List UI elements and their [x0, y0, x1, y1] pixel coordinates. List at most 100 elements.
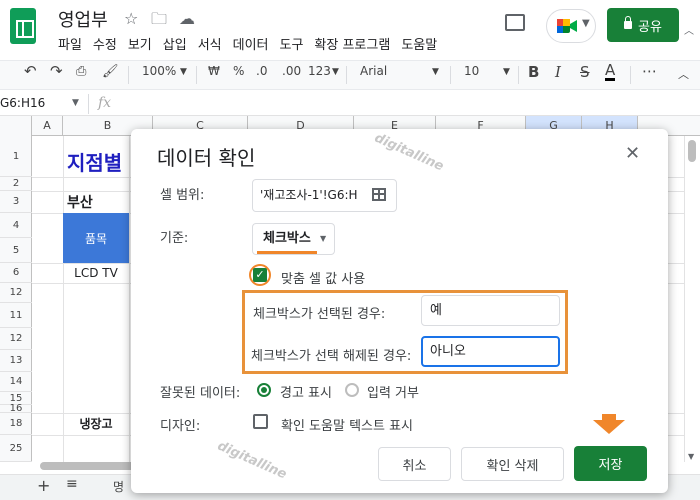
- remove-validation-button[interactable]: 확인 삭제: [461, 447, 564, 481]
- more-options-button[interactable]: ⋯: [642, 62, 657, 80]
- close-icon[interactable]: ✕: [625, 143, 640, 164]
- cancel-button[interactable]: 취소: [378, 447, 451, 481]
- chevron-up-icon[interactable]: ︿: [678, 66, 689, 82]
- font-chevron-down-icon[interactable]: ▼: [432, 67, 439, 77]
- chevron-up-icon[interactable]: ︿: [684, 22, 694, 37]
- cell-fridge[interactable]: 냉장고: [63, 413, 129, 435]
- row-header[interactable]: 13: [0, 350, 32, 372]
- zoom-select[interactable]: 100%: [142, 64, 176, 78]
- text-color-button[interactable]: A: [605, 62, 616, 81]
- row-header[interactable]: 25: [0, 435, 32, 462]
- row-header[interactable]: 12: [0, 328, 32, 350]
- print-icon[interactable]: ⎙: [76, 64, 86, 79]
- row-header[interactable]: 6: [0, 263, 32, 283]
- toolbar-divider: [518, 66, 519, 84]
- paint-format-icon[interactable]: 🖌: [102, 64, 119, 79]
- star-icon[interactable]: ☆: [124, 9, 138, 28]
- move-folder-icon[interactable]: 🗀: [151, 8, 167, 35]
- menu-bar: 파일 수정 보기 삽입 서식 데이터 도구 확장 프로그램 도움말: [58, 34, 448, 53]
- menu-insert[interactable]: 삽입: [163, 34, 187, 53]
- reject-input-label[interactable]: 입력 거부: [367, 382, 419, 401]
- row-header[interactable]: 16: [0, 403, 32, 414]
- checked-value-label: 체크박스가 선택된 경우:: [253, 307, 386, 322]
- invalid-data-label: 잘못된 데이터:: [160, 386, 241, 401]
- share-button[interactable]: 공유: [607, 8, 679, 42]
- unchecked-value-label: 체크박스가 선택 해제된 경우:: [251, 349, 412, 364]
- cell-item-header[interactable]: 품목: [63, 213, 129, 263]
- toolbar-divider: [128, 66, 129, 84]
- font-size-select[interactable]: 10: [464, 64, 479, 78]
- row-header[interactable]: 5: [0, 238, 32, 263]
- currency-format-button[interactable]: ₩: [208, 64, 220, 78]
- cell-title[interactable]: 지점별: [67, 147, 122, 176]
- cloud-status-icon[interactable]: ☁: [179, 9, 195, 28]
- row-header[interactable]: 3: [0, 191, 32, 213]
- help-text-checkbox[interactable]: [253, 414, 268, 429]
- formula-divider: [88, 94, 89, 114]
- appearance-label: 디자인:: [160, 419, 201, 434]
- row-header[interactable]: 4: [0, 213, 32, 238]
- vertical-scrollbar[interactable]: [684, 136, 700, 462]
- all-sheets-icon[interactable]: ≡: [66, 476, 78, 492]
- menu-extensions[interactable]: 확장 프로그램: [314, 34, 390, 53]
- show-warning-label[interactable]: 경고 표시: [280, 382, 332, 401]
- custom-values-checkbox[interactable]: ✓: [253, 268, 267, 282]
- font-select[interactable]: Arial: [360, 64, 387, 78]
- column-header-a[interactable]: A: [32, 116, 63, 136]
- custom-values-label: 맞춤 셀 값 사용: [281, 272, 366, 287]
- meet-icon: [557, 19, 577, 33]
- add-sheet-icon[interactable]: +: [37, 476, 50, 495]
- help-text-label[interactable]: 확인 도움말 텍스트 표시: [281, 415, 413, 434]
- row-header[interactable]: 1: [0, 136, 32, 177]
- unchecked-value-input[interactable]: 아니오: [421, 336, 560, 367]
- zoom-chevron-down-icon[interactable]: ▼: [180, 67, 187, 77]
- scroll-down-icon[interactable]: ▼: [688, 452, 694, 461]
- document-title[interactable]: 영업부: [58, 6, 108, 32]
- select-all-corner[interactable]: [0, 116, 32, 136]
- chevron-down-icon[interactable]: ▼: [320, 234, 326, 243]
- vertical-scroll-thumb[interactable]: [688, 140, 696, 162]
- font-size-chevron-down-icon[interactable]: ▼: [503, 67, 510, 77]
- row-header[interactable]: 18: [0, 413, 32, 435]
- comment-history-icon[interactable]: [505, 14, 525, 31]
- toolbar-divider: [450, 66, 451, 84]
- menu-file[interactable]: 파일: [58, 34, 82, 53]
- row-header[interactable]: 2: [0, 177, 32, 191]
- lock-icon: [624, 16, 633, 29]
- undo-icon[interactable]: ↶: [24, 62, 37, 80]
- menu-edit[interactable]: 수정: [93, 34, 117, 53]
- percent-format-button[interactable]: %: [233, 64, 244, 78]
- reject-input-radio[interactable]: [345, 383, 359, 397]
- bold-button[interactable]: B: [528, 63, 539, 81]
- italic-icon[interactable]: I: [555, 63, 561, 81]
- menu-data[interactable]: 데이터: [233, 34, 269, 53]
- arrow-down-icon: [593, 420, 625, 434]
- menu-tools[interactable]: 도구: [280, 34, 304, 53]
- dialog-title: 데이터 확인: [157, 146, 256, 170]
- name-box[interactable]: G6:H16: [0, 96, 45, 110]
- row-header[interactable]: 14: [0, 372, 32, 392]
- cell-lcd-tv[interactable]: LCD TV: [63, 263, 129, 283]
- share-label: 공유: [638, 19, 662, 35]
- save-button[interactable]: 저장: [574, 446, 647, 481]
- strikethrough-icon[interactable]: S: [580, 63, 590, 81]
- chevron-down-icon[interactable]: ▼: [582, 18, 590, 29]
- format-chevron-down-icon[interactable]: ▼: [332, 67, 339, 77]
- row-header[interactable]: 11: [0, 303, 32, 328]
- chevron-down-icon[interactable]: ▼: [72, 98, 79, 108]
- sheet-tab[interactable]: 명: [113, 478, 124, 495]
- row-header[interactable]: 12: [0, 283, 32, 303]
- menu-help[interactable]: 도움말: [401, 34, 437, 53]
- show-warning-radio[interactable]: [257, 383, 271, 397]
- menu-format[interactable]: 서식: [198, 34, 222, 53]
- menu-view[interactable]: 보기: [128, 34, 152, 53]
- number-format-button[interactable]: 123: [308, 64, 331, 78]
- cell-busan[interactable]: 부산: [67, 192, 93, 212]
- sheets-logo-icon[interactable]: [10, 8, 36, 44]
- checked-value-input[interactable]: 예: [421, 295, 560, 326]
- cell-range-label: 셀 범위:: [160, 188, 205, 203]
- increase-decimal-button[interactable]: .00: [282, 64, 301, 78]
- decrease-decimal-button[interactable]: .0: [256, 64, 267, 78]
- redo-icon[interactable]: ↷: [50, 62, 63, 80]
- select-range-grid-icon[interactable]: [372, 188, 386, 201]
